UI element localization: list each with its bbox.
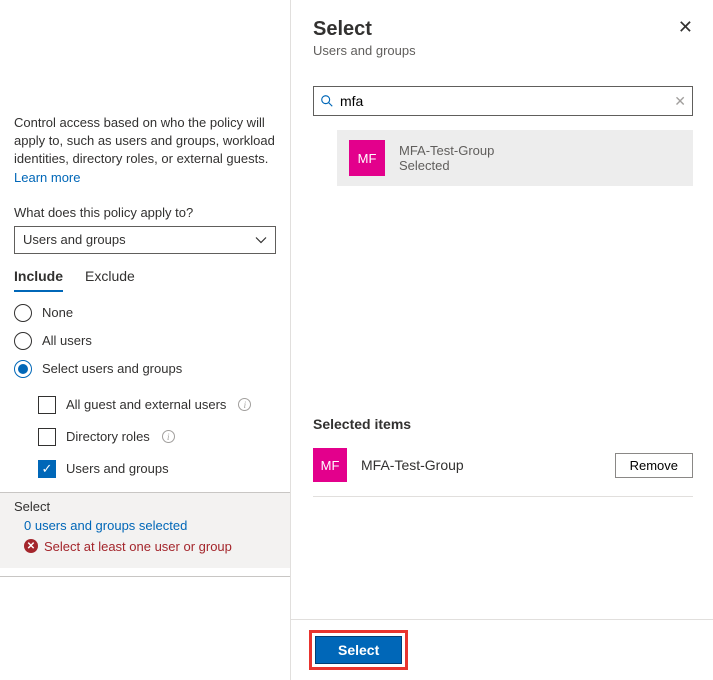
checkbox-guest-users[interactable]: All guest and external users i — [38, 396, 276, 414]
radio-all-label: All users — [42, 333, 92, 348]
search-icon — [320, 94, 334, 108]
remove-button[interactable]: Remove — [615, 453, 693, 478]
clear-search-icon[interactable]: ✕ — [674, 93, 686, 110]
tab-include[interactable]: Include — [14, 268, 63, 292]
radio-icon-selected — [14, 360, 32, 378]
radio-all-users[interactable]: All users — [14, 332, 276, 350]
checkbox-groups-label: Users and groups — [66, 461, 169, 476]
scope-radio-group: None All users Select users and groups — [14, 304, 276, 378]
result-text: MFA-Test-Group Selected — [399, 143, 494, 173]
panel-title: Select — [313, 18, 416, 41]
info-icon[interactable]: i — [162, 430, 175, 443]
radio-select-label: Select users and groups — [42, 361, 182, 376]
search-result-item[interactable]: MF MFA-Test-Group Selected — [337, 130, 693, 186]
error-icon: ✕ — [24, 539, 38, 553]
close-icon[interactable]: ✕ — [678, 18, 693, 36]
apply-to-label: What does this policy apply to? — [14, 205, 276, 220]
apply-to-dropdown[interactable]: Users and groups — [14, 226, 276, 254]
checkbox-guest-label: All guest and external users — [66, 397, 226, 412]
radio-icon — [14, 304, 32, 322]
chevron-down-icon — [255, 234, 267, 246]
search-box[interactable]: ✕ — [313, 86, 693, 116]
subscope-checkbox-group: All guest and external users i Directory… — [38, 396, 276, 478]
select-summary-section: Select 0 users and groups selected ✕ Sel… — [0, 492, 290, 568]
select-summary-header: Select — [14, 499, 276, 514]
select-button[interactable]: Select — [315, 636, 402, 664]
result-name: MFA-Test-Group — [399, 143, 494, 158]
checkbox-icon-checked: ✓ — [38, 460, 56, 478]
apply-to-value: Users and groups — [23, 232, 126, 247]
description-text: Control access based on who the policy w… — [14, 115, 275, 166]
radio-none[interactable]: None — [14, 304, 276, 322]
radio-none-label: None — [42, 305, 73, 320]
select-flyout-panel: Select Users and groups ✕ ✕ MF MFA-Test-… — [290, 0, 713, 680]
info-icon[interactable]: i — [238, 398, 251, 411]
selected-count-link[interactable]: 0 users and groups selected — [24, 518, 276, 533]
checkbox-users-groups[interactable]: ✓ Users and groups — [38, 460, 276, 478]
learn-more-link[interactable]: Learn more — [14, 170, 80, 185]
policy-description: Control access based on who the policy w… — [14, 114, 276, 187]
highlight-annotation: Select — [309, 630, 408, 670]
panel-subtitle: Users and groups — [313, 43, 416, 58]
search-input[interactable] — [340, 93, 668, 109]
avatar: MF — [349, 140, 385, 176]
result-status: Selected — [399, 158, 494, 173]
radio-icon — [14, 332, 32, 350]
include-exclude-tabs: Include Exclude — [14, 268, 276, 292]
avatar: MF — [313, 448, 347, 482]
selected-item-row: MF MFA-Test-Group Remove — [313, 448, 693, 497]
selected-items-header: Selected items — [313, 416, 693, 432]
selected-item-name: MFA-Test-Group — [361, 457, 601, 473]
validation-error: ✕ Select at least one user or group — [24, 539, 276, 554]
panel-footer: Select — [291, 619, 713, 680]
checkbox-icon — [38, 396, 56, 414]
tab-exclude[interactable]: Exclude — [85, 268, 135, 292]
checkbox-directory-roles[interactable]: Directory roles i — [38, 428, 276, 446]
left-panel: Control access based on who the policy w… — [0, 0, 290, 680]
checkbox-roles-label: Directory roles — [66, 429, 150, 444]
divider — [0, 576, 290, 577]
radio-select-users-groups[interactable]: Select users and groups — [14, 360, 276, 378]
checkbox-icon — [38, 428, 56, 446]
error-text: Select at least one user or group — [44, 539, 232, 554]
